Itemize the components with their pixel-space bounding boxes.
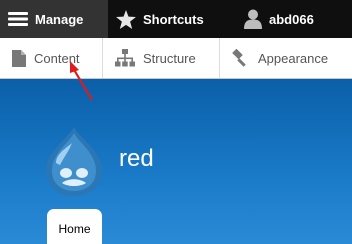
user-icon bbox=[244, 9, 262, 29]
manage-button[interactable]: Manage bbox=[0, 0, 108, 38]
home-tab[interactable]: Home bbox=[47, 209, 102, 244]
star-icon bbox=[116, 9, 136, 29]
user-button[interactable]: abd066 bbox=[236, 0, 352, 38]
manage-label: Manage bbox=[35, 11, 84, 27]
tray-item-content[interactable]: Content bbox=[0, 38, 103, 78]
sitemap-icon bbox=[115, 49, 135, 67]
tray-item-structure[interactable]: Structure bbox=[103, 38, 220, 78]
site-name[interactable]: red bbox=[119, 145, 154, 173]
site-header: red Home bbox=[0, 79, 352, 244]
admin-tray: Content Structure Appearance bbox=[0, 38, 352, 79]
paint-brush-icon bbox=[232, 49, 250, 67]
admin-toolbar: Manage Shortcuts abd066 bbox=[0, 0, 352, 38]
tray-item-appearance-label: Appearance bbox=[258, 50, 329, 66]
site-logo[interactable] bbox=[44, 125, 104, 197]
user-label: abd066 bbox=[269, 11, 314, 27]
shortcuts-label: Shortcuts bbox=[143, 11, 204, 27]
hamburger-icon bbox=[8, 11, 28, 27]
tray-item-structure-label: Structure bbox=[143, 50, 196, 66]
shortcuts-button[interactable]: Shortcuts bbox=[108, 0, 236, 38]
tray-item-content-label: Content bbox=[34, 50, 80, 66]
document-icon bbox=[12, 49, 26, 67]
drupal-drop-logo bbox=[46, 127, 102, 196]
tray-item-appearance[interactable]: Appearance bbox=[220, 38, 352, 78]
